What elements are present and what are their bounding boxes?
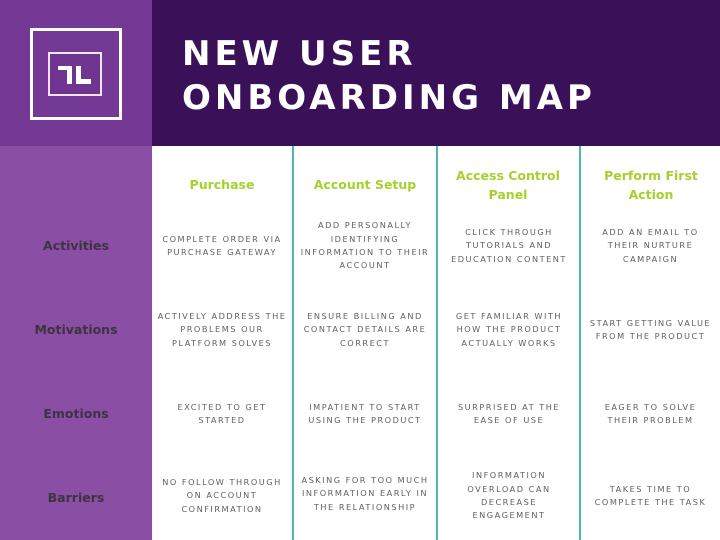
- cell-text: Surprised at the ease of use: [457, 401, 561, 425]
- cell-text: Get familiar with how the product actual…: [455, 310, 563, 348]
- cell-barriers-purchase: No follow through on account confirmatio…: [151, 460, 293, 532]
- cell-motivations-first-action: Start getting value from the product: [581, 294, 720, 366]
- column-header-perform-first-action: Perform First Action: [604, 168, 698, 202]
- cell-text: Add personally identifying information t…: [300, 220, 430, 271]
- cell-text: Takes time to complete the task: [594, 483, 707, 507]
- cell-activities-access-control: Click through tutorials and education co…: [438, 210, 580, 282]
- page-title: NEW USER ONBOARDING MAP: [182, 32, 596, 120]
- cell-activities-purchase: Complete order via purchase gateway: [151, 210, 293, 282]
- row-label-sidebar: [0, 146, 152, 540]
- row-label-emotions: Emotions: [43, 406, 109, 421]
- cell-text: Complete order via purchase gateway: [162, 233, 282, 257]
- row-label-barriers: Barriers: [47, 490, 105, 505]
- cell-activities-account-setup: Add personally identifying information t…: [294, 210, 436, 282]
- cell-motivations-account-setup: Ensure billing and contact details are c…: [294, 294, 436, 366]
- title-line-2: ONBOARDING MAP: [182, 78, 596, 118]
- row-label-activities: Activities: [43, 238, 109, 253]
- row-label-motivations: Motivations: [34, 322, 118, 337]
- cell-text: Excited to get started: [177, 401, 267, 425]
- cell-emotions-access-control: Surprised at the ease of use: [438, 378, 580, 450]
- cell-activities-first-action: Add an email to their nurture campaign: [581, 210, 720, 282]
- cell-text: Asking for too much information early in…: [301, 474, 429, 512]
- cell-emotions-first-action: Eager to solve their problem: [581, 378, 720, 450]
- tl-logo-glyph: [58, 66, 91, 84]
- cell-text: Impatient to start using the product: [308, 401, 422, 425]
- cell-motivations-access-control: Get familiar with how the product actual…: [438, 294, 580, 366]
- title-line-1: NEW USER: [182, 34, 417, 74]
- cell-emotions-account-setup: Impatient to start using the product: [294, 378, 436, 450]
- cell-barriers-account-setup: Asking for too much information early in…: [294, 458, 436, 530]
- cell-text: Actively address the problems our platfo…: [157, 310, 287, 348]
- cell-barriers-access-control: Information overload can decrease engage…: [438, 460, 580, 532]
- cell-text: Eager to solve their problem: [604, 401, 697, 425]
- cell-barriers-first-action: Takes time to complete the task: [581, 460, 720, 532]
- cell-text: Click through tutorials and education co…: [451, 226, 567, 264]
- column-header-account-setup: Account Setup: [313, 177, 417, 192]
- cell-text: Add an email to their nurture campaign: [602, 226, 699, 264]
- cell-motivations-purchase: Actively address the problems our platfo…: [151, 294, 293, 366]
- cell-text: No follow through on account confirmatio…: [162, 476, 282, 514]
- column-header-access-control-panel: Access Control Panel: [456, 168, 560, 202]
- cell-text: Information overload can decrease engage…: [467, 470, 551, 521]
- cell-text: Start getting value from the product: [589, 317, 712, 341]
- tl-logo-icon: [48, 52, 102, 96]
- cell-emotions-purchase: Excited to get started: [151, 378, 293, 450]
- cell-text: Ensure billing and contact details are c…: [303, 310, 427, 348]
- column-header-purchase: Purchase: [189, 177, 255, 192]
